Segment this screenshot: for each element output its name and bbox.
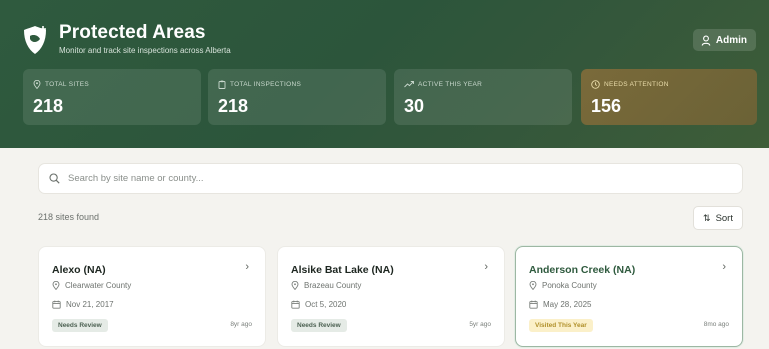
site-county: Brazeau County	[304, 281, 362, 290]
trend-up-icon	[404, 81, 414, 88]
chevron-right-icon: ›	[245, 261, 249, 273]
map-pin-icon	[291, 281, 299, 290]
inspection-date: Nov 21, 2017	[66, 300, 114, 309]
status-badge: Visited This Year	[529, 319, 593, 332]
clipboard-icon	[218, 80, 226, 89]
admin-button-label: Admin	[715, 34, 747, 46]
stat-label: TOTAL SITES	[45, 81, 89, 88]
map-pin-icon	[33, 80, 41, 89]
results-count: 218 sites found	[38, 212, 100, 222]
sort-button-label: Sort	[715, 212, 733, 224]
clock-icon	[591, 80, 600, 89]
stat-value: 218	[33, 96, 64, 116]
time-ago: 8yr ago	[230, 321, 252, 328]
stat-label: NEEDS ATTENTION	[604, 81, 669, 88]
calendar-icon	[529, 300, 538, 309]
site-name: Alexo (NA)	[52, 264, 106, 276]
time-ago: 5yr ago	[469, 321, 491, 328]
site-name: Alsike Bat Lake (NA)	[291, 264, 394, 276]
calendar-icon	[52, 300, 61, 309]
app-subtitle: Monitor and track site inspections acros…	[59, 46, 231, 55]
chevron-right-icon: ›	[484, 261, 488, 273]
stat-active-this-year: ACTIVE THIS YEAR 30	[394, 69, 572, 125]
inspection-date: May 28, 2025	[543, 300, 592, 309]
stat-label: ACTIVE THIS YEAR	[418, 80, 483, 88]
site-card[interactable]: Alsike Bat Lake (NA) › Brazeau County Oc…	[277, 246, 505, 347]
stat-value: 218	[218, 96, 249, 116]
sort-icon: ⇅	[703, 212, 711, 223]
stat-total-inspections: TOTAL INSPECTIONS 218	[208, 69, 386, 125]
search-bar	[38, 163, 743, 194]
user-icon	[701, 35, 711, 46]
stat-label: TOTAL INSPECTIONS	[230, 81, 302, 88]
map-pin-icon	[529, 281, 537, 290]
status-badge: Needs Review	[291, 319, 347, 332]
chevron-right-icon: ›	[722, 261, 726, 273]
app-title: Protected Areas	[59, 22, 206, 43]
admin-button[interactable]: Admin	[692, 29, 756, 51]
site-county: Clearwater County	[65, 281, 132, 290]
sort-button[interactable]: ⇅ Sort	[693, 206, 743, 230]
site-card-selected[interactable]: Anderson Creek (NA) › Ponoka County May …	[515, 246, 743, 347]
stat-value: 156	[591, 96, 622, 116]
app-header: Protected Areas Monitor and track site i…	[0, 0, 769, 148]
inspection-date: Oct 5, 2020	[305, 300, 347, 309]
search-input[interactable]	[68, 173, 708, 184]
site-name: Anderson Creek (NA)	[529, 264, 636, 276]
search-icon	[49, 173, 60, 184]
status-badge: Needs Review	[52, 319, 108, 332]
calendar-icon	[291, 300, 300, 309]
site-county: Ponoka County	[542, 281, 597, 290]
shield-leaf-logo-icon	[24, 26, 46, 54]
map-pin-icon	[52, 281, 60, 290]
stat-needs-attention: NEEDS ATTENTION 156	[581, 69, 757, 125]
stat-total-sites: TOTAL SITES 218	[23, 69, 201, 125]
stat-value: 30	[404, 96, 425, 116]
site-card[interactable]: Alexo (NA) › Clearwater County Nov 21, 2…	[38, 246, 266, 347]
time-ago: 8mo ago	[703, 321, 729, 328]
